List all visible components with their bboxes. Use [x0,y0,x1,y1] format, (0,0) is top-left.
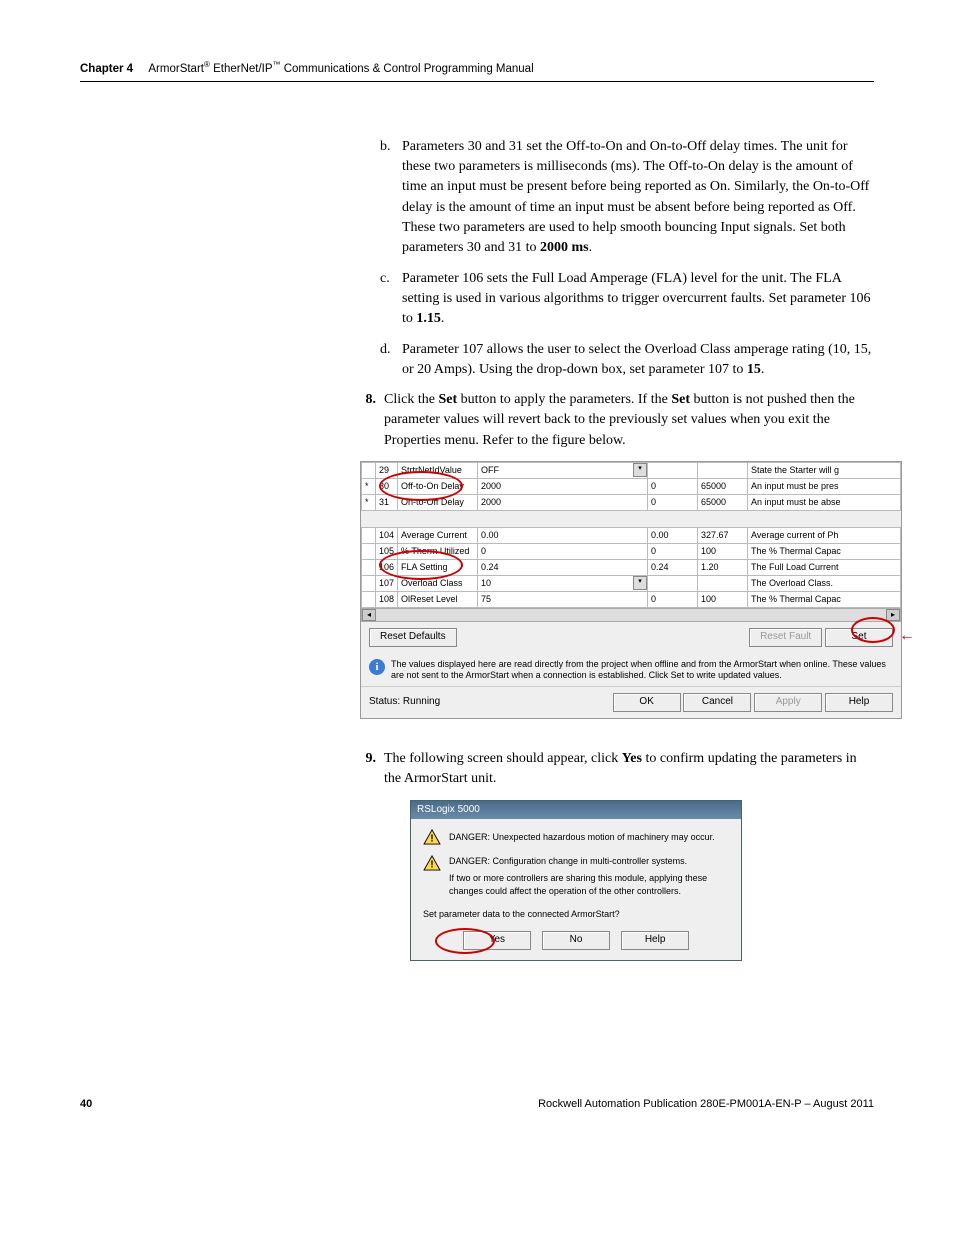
arrow-icon: ← [899,624,915,647]
status-label: Status: Running [369,695,440,710]
header-rule [80,81,874,82]
table-row: *30Off-to-On Delay2000065000An input mus… [362,479,901,495]
table-row: 29StrtrNetIdValueOFF▾State the Starter w… [362,462,901,478]
publication-info: Rockwell Automation Publication 280E-PM0… [538,1098,874,1110]
warning-icon: ! [423,855,441,871]
table-row: 104Average Current0.000.00327.67Average … [362,528,901,544]
svg-text:!: ! [430,833,433,844]
param-table-top: 29StrtrNetIdValueOFF▾State the Starter w… [361,462,901,511]
yes-button[interactable]: Yes [463,931,531,950]
body-text: b. Parameters 30 and 31 set the Off-to-O… [380,137,874,961]
list-item-c: c. Parameter 106 sets the Full Load Ampe… [380,269,874,330]
page-header: Chapter 4 ArmorStart® EtherNet/IP™ Commu… [80,60,874,75]
table-row: 107Overload Class10▾The Overload Class. [362,576,901,592]
dropdown-arrow-icon[interactable]: ▾ [633,463,647,477]
header-title: ArmorStart® EtherNet/IP™ Communications … [148,63,533,75]
table-row: 106FLA Setting0.240.241.20The Full Load … [362,560,901,576]
table-row: 105% Therm Utilized00100The % Thermal Ca… [362,544,901,560]
properties-screenshot: 29StrtrNetIdValueOFF▾State the Starter w… [360,461,902,719]
svg-text:!: ! [430,859,433,870]
list-item-b: b. Parameters 30 and 31 set the Off-to-O… [380,137,874,259]
page-number: 40 [80,1098,92,1110]
reset-fault-button[interactable]: Reset Fault [749,628,822,647]
ok-button[interactable]: OK [613,693,681,712]
danger-row: ! DANGER: Unexpected hazardous motion of… [423,829,729,845]
step-9: 9. The following screen should appear, c… [350,749,874,790]
danger-row: ! DANGER: Configuration change in multi-… [423,855,729,898]
step-8: 8. Click the Set button to apply the par… [350,390,874,451]
reset-defaults-button[interactable]: Reset Defaults [369,628,457,647]
param-table-mid: 104Average Current0.000.00327.67Average … [361,527,901,608]
horizontal-scrollbar[interactable]: ◂ ▸ [361,608,901,622]
dropdown-arrow-icon[interactable]: ▾ [633,576,647,590]
no-button[interactable]: No [542,931,610,950]
table-row: 108OlReset Level750100The % Thermal Capa… [362,592,901,608]
chapter-label: Chapter 4 [80,63,133,75]
dialog-question: Set parameter data to the connected Armo… [423,908,729,921]
help-button[interactable]: Help [825,693,893,712]
confirm-dialog: RSLogix 5000 ! DANGER: Unexpected hazard… [410,800,742,961]
info-note: i The values displayed here are read dir… [361,653,901,687]
warning-icon: ! [423,829,441,845]
help-button[interactable]: Help [621,931,689,950]
table-row: *31On-to-Off Delay2000065000An input mus… [362,495,901,511]
page-footer: 40 Rockwell Automation Publication 280E-… [80,1098,874,1110]
set-button[interactable]: Set [825,628,893,647]
cancel-button[interactable]: Cancel [683,693,751,712]
list-item-d: d. Parameter 107 allows the user to sele… [380,340,874,381]
info-icon: i [369,659,385,675]
apply-button[interactable]: Apply [754,693,822,712]
dialog-titlebar: RSLogix 5000 [411,801,741,820]
